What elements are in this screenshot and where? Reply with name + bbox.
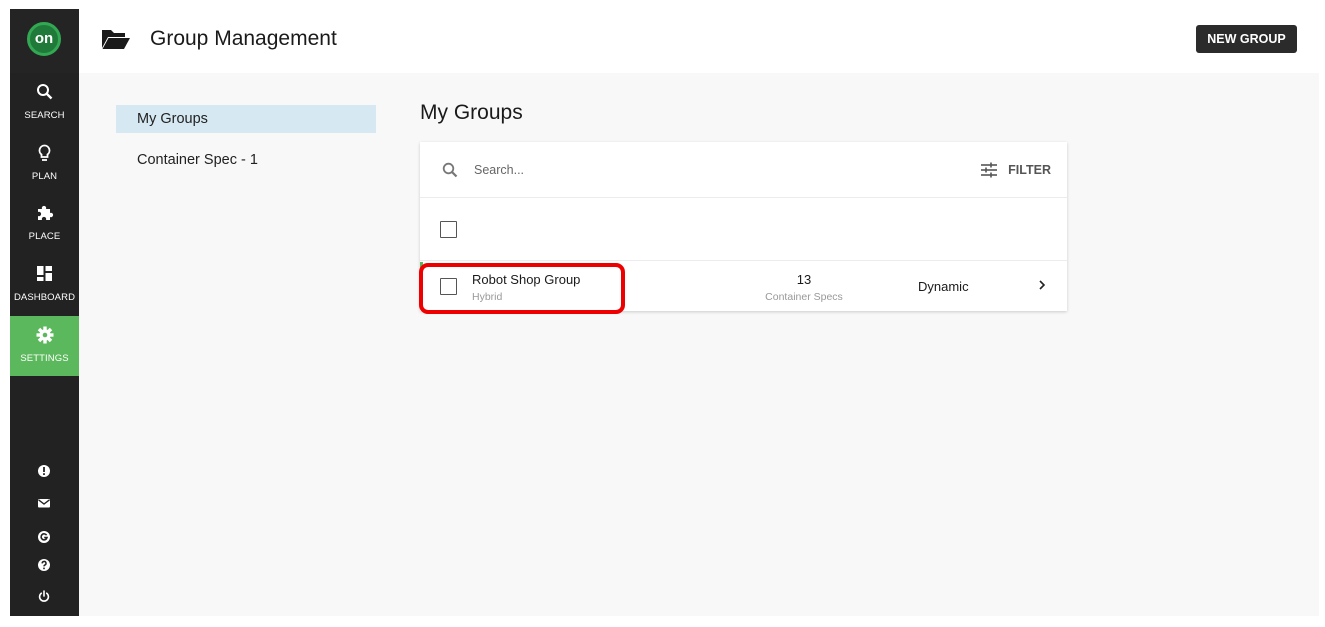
nav-dashboard[interactable]: DASHBOARD [10, 255, 79, 315]
row-checkbox[interactable] [440, 278, 457, 295]
filter-button[interactable]: FILTER [980, 160, 1051, 180]
logo-area: on [10, 9, 79, 73]
nav-settings[interactable]: SETTINGS [10, 316, 79, 376]
section-title: My Groups [420, 101, 523, 124]
search-icon [442, 162, 458, 178]
power-icon[interactable] [37, 589, 51, 603]
row-accent-marker [420, 262, 423, 268]
table-header-row [420, 199, 1067, 261]
nav-plan-label: PLAN [31, 171, 58, 182]
left-rail: on SEARCH PLAN PLACE DASHBOARD SETTINGS [10, 9, 79, 616]
folder-open-icon [102, 30, 130, 49]
page-header: Group Management NEW GROUP [79, 9, 1319, 73]
group-name[interactable]: Robot Shop Group [472, 272, 580, 287]
nav-search[interactable]: SEARCH [10, 73, 79, 133]
nav-place[interactable]: PLACE [10, 194, 79, 254]
membership-type: Dynamic [918, 279, 969, 294]
subnav-my-groups[interactable]: My Groups [116, 105, 376, 133]
lightbulb-icon [38, 144, 51, 161]
table-row[interactable]: Robot Shop Group Hybrid 13 Container Spe… [420, 262, 1067, 311]
app-window: on SEARCH PLAN PLACE DASHBOARD SETTINGS [10, 9, 1319, 616]
sliders-icon [981, 162, 998, 178]
nav-dashboard-label: DASHBOARD [13, 292, 76, 303]
nav-place-label: PLACE [28, 231, 61, 242]
nav-plan[interactable]: PLAN [10, 134, 79, 194]
search-bar: FILTER [420, 142, 1067, 198]
nav-search-label: SEARCH [24, 110, 65, 121]
filter-label: FILTER [1008, 163, 1051, 177]
groups-card: FILTER Robot Shop Group Hybrid 13 Contai… [420, 142, 1067, 311]
help-icon[interactable] [37, 558, 51, 572]
container-spec-count-label: Container Specs [765, 291, 843, 303]
mail-icon[interactable] [37, 496, 51, 510]
puzzle-icon [38, 205, 54, 220]
chevron-right-icon[interactable] [1038, 279, 1046, 291]
subnav-container-spec[interactable]: Container Spec - 1 [116, 146, 376, 174]
app-logo[interactable]: on [27, 22, 61, 56]
search-icon [37, 84, 53, 100]
page-title: Group Management [150, 27, 337, 50]
search-input[interactable] [474, 158, 914, 182]
new-group-button[interactable]: NEW GROUP [1196, 25, 1297, 53]
container-spec-count: 13 [796, 272, 812, 287]
alert-icon[interactable] [37, 464, 51, 478]
google-icon[interactable] [37, 530, 51, 544]
select-all-checkbox[interactable] [440, 221, 457, 238]
gear-icon [36, 326, 54, 344]
group-type: Hybrid [472, 291, 503, 303]
dashboard-icon [37, 266, 52, 281]
nav-settings-label: SETTINGS [20, 353, 69, 364]
